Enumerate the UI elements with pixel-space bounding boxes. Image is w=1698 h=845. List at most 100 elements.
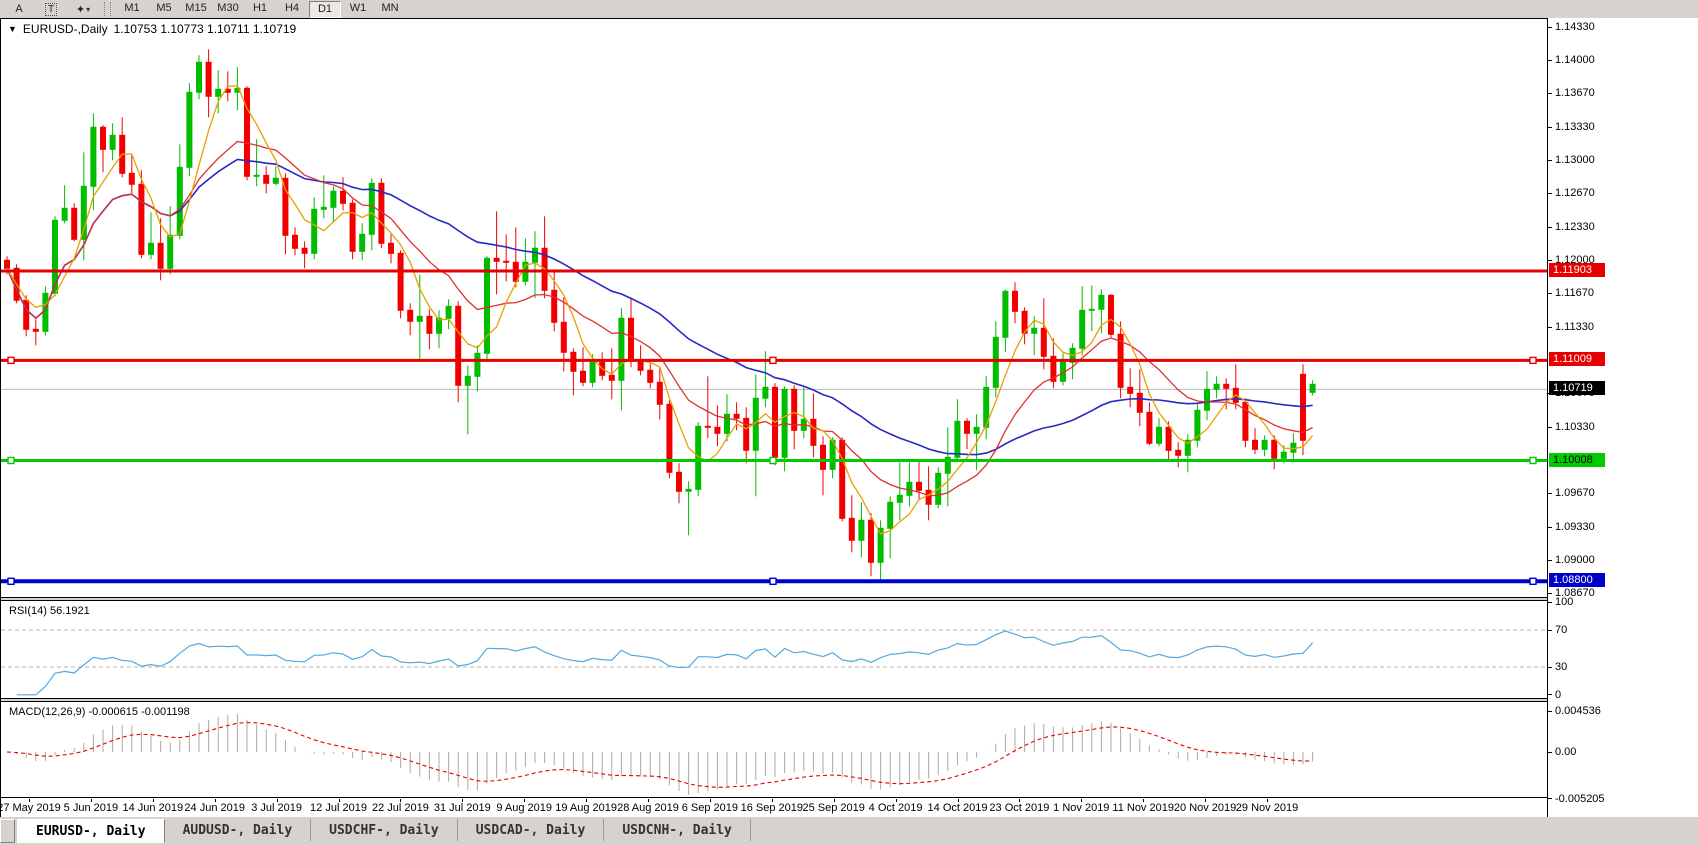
hline-price-label: 1.08800: [1549, 573, 1605, 587]
candle-body: [859, 520, 864, 540]
candle-body: [254, 175, 259, 176]
candle-body: [33, 329, 38, 331]
candle-body: [552, 290, 557, 322]
candle-body: [331, 191, 336, 207]
collapse-indicator-icon[interactable]: ▼: [8, 24, 17, 34]
timeframe-button-w1[interactable]: W1: [343, 1, 373, 16]
price-tick-label: 1.13330: [1548, 120, 1595, 134]
candle-body: [1128, 387, 1133, 393]
candle-body: [1281, 452, 1286, 458]
price-tick-label: 1.09330: [1548, 520, 1595, 534]
price-tick-label: 1.09000: [1548, 553, 1595, 567]
price-tick-label: 1.12670: [1548, 186, 1595, 200]
ma-fast-line: [7, 86, 1313, 534]
line-handle[interactable]: [1530, 458, 1536, 464]
rsi-panel[interactable]: [1, 601, 1547, 698]
candle-body: [72, 208, 77, 239]
chart-tab-usdchf[interactable]: USDCHF-, Daily: [311, 819, 458, 841]
macd-plot[interactable]: [1, 702, 1547, 797]
rsi-plot[interactable]: [1, 601, 1547, 698]
date-label: 4 Oct 2019: [869, 802, 923, 814]
line-handle[interactable]: [770, 578, 776, 584]
candle-body: [965, 421, 970, 433]
toolbar-drag-handle[interactable]: [104, 2, 111, 16]
timeframe-button-h1[interactable]: H1: [245, 1, 275, 16]
candle-body: [907, 482, 912, 495]
arrows-tool-button[interactable]: ✦ ▾: [68, 2, 98, 17]
main-chart-plot[interactable]: [1, 19, 1547, 597]
main-chart-panel[interactable]: [1, 18, 1547, 597]
chart-tab-eurusd[interactable]: EURUSD-, Daily: [17, 819, 165, 843]
line-handle[interactable]: [770, 458, 776, 464]
chart-tab-audusd[interactable]: AUDUSD-, Daily: [165, 819, 312, 841]
candle-body: [667, 404, 672, 472]
candle-body: [417, 316, 422, 321]
date-label: 24 Jun 2019: [184, 802, 245, 814]
rsi-tick-label: 70: [1548, 623, 1567, 637]
price-tick-label: 1.14000: [1548, 53, 1595, 67]
candle-body: [869, 520, 874, 562]
price-tick-label: 1.11670: [1548, 286, 1594, 300]
timeframe-button-m15[interactable]: M15: [181, 1, 211, 16]
candle-body: [312, 209, 317, 253]
macd-tick-label: 0.004536: [1548, 704, 1601, 718]
candle-body: [139, 184, 144, 254]
cursor-tool-button[interactable]: A: [4, 2, 34, 17]
price-tick-label: 1.11330: [1548, 320, 1594, 334]
candle-body: [629, 318, 634, 360]
candle-body: [456, 306, 461, 385]
candle-body: [206, 62, 211, 96]
candle-body: [62, 208, 67, 220]
candle-body: [1089, 309, 1094, 310]
chart-tab-usdcnh[interactable]: USDCNH-, Daily: [604, 819, 751, 841]
candle-body: [389, 243, 394, 253]
candle-body: [677, 472, 682, 491]
candle-body: [705, 426, 710, 427]
price-axis[interactable]: 1.143301.140001.136701.133301.130001.126…: [1547, 18, 1698, 817]
timeframe-button-m1[interactable]: M1: [117, 1, 147, 16]
candle-body: [1099, 295, 1104, 309]
timeframe-button-h4[interactable]: H4: [277, 1, 307, 16]
candle-body: [293, 235, 298, 248]
price-tick-label: 1.10330: [1548, 420, 1595, 434]
text-tool-button[interactable]: T: [36, 2, 66, 17]
line-handle[interactable]: [1530, 578, 1536, 584]
timeframe-button-m30[interactable]: M30: [213, 1, 243, 16]
mt4-terminal: { "toolbar": { "buttons": [ {"id": "curs…: [0, 0, 1698, 845]
macd-indicator-label: MACD(12,26,9) -0.000615 -0.001198: [9, 706, 190, 718]
candle-body: [821, 445, 826, 469]
rsi-line: [17, 631, 1313, 695]
candle-body: [264, 175, 269, 183]
date-label: 25 Sep 2019: [802, 802, 864, 814]
date-label: 3 Jul 2019: [251, 802, 302, 814]
date-label: 1 Nov 2019: [1053, 802, 1109, 814]
candle-body: [321, 207, 326, 209]
date-label: 20 Nov 2019: [1174, 802, 1236, 814]
line-handle[interactable]: [8, 458, 14, 464]
line-handle[interactable]: [770, 357, 776, 363]
timeframe-button-m5[interactable]: M5: [149, 1, 179, 16]
line-handle[interactable]: [8, 357, 14, 363]
date-label: 6 Sep 2019: [682, 802, 738, 814]
date-axis[interactable]: 27 May 20195 Jun 201914 Jun 201924 Jun 2…: [1, 799, 1547, 817]
candle-body: [955, 421, 960, 457]
date-label: 9 Aug 2019: [496, 802, 552, 814]
rsi-tick-label: 30: [1548, 660, 1567, 674]
candle-body: [1214, 384, 1219, 389]
chart-tab-usdcad[interactable]: USDCAD-, Daily: [458, 819, 605, 841]
price-tick-label: 1.12330: [1548, 220, 1595, 234]
candle-body: [158, 243, 163, 268]
tab-scroll-button[interactable]: [0, 819, 15, 843]
candle-body: [1147, 412, 1152, 443]
date-label: 16 Sep 2019: [741, 802, 803, 814]
candle-body: [1166, 427, 1171, 450]
line-handle[interactable]: [1530, 357, 1536, 363]
hline-price-label: 1.10008: [1549, 453, 1605, 467]
candle-body: [216, 89, 221, 96]
timeframe-button-mn[interactable]: MN: [375, 1, 405, 16]
candle-body: [657, 382, 662, 404]
timeframe-button-d1[interactable]: D1: [309, 1, 341, 18]
macd-panel[interactable]: [1, 702, 1547, 798]
candle-body: [168, 235, 173, 268]
line-handle[interactable]: [8, 578, 14, 584]
